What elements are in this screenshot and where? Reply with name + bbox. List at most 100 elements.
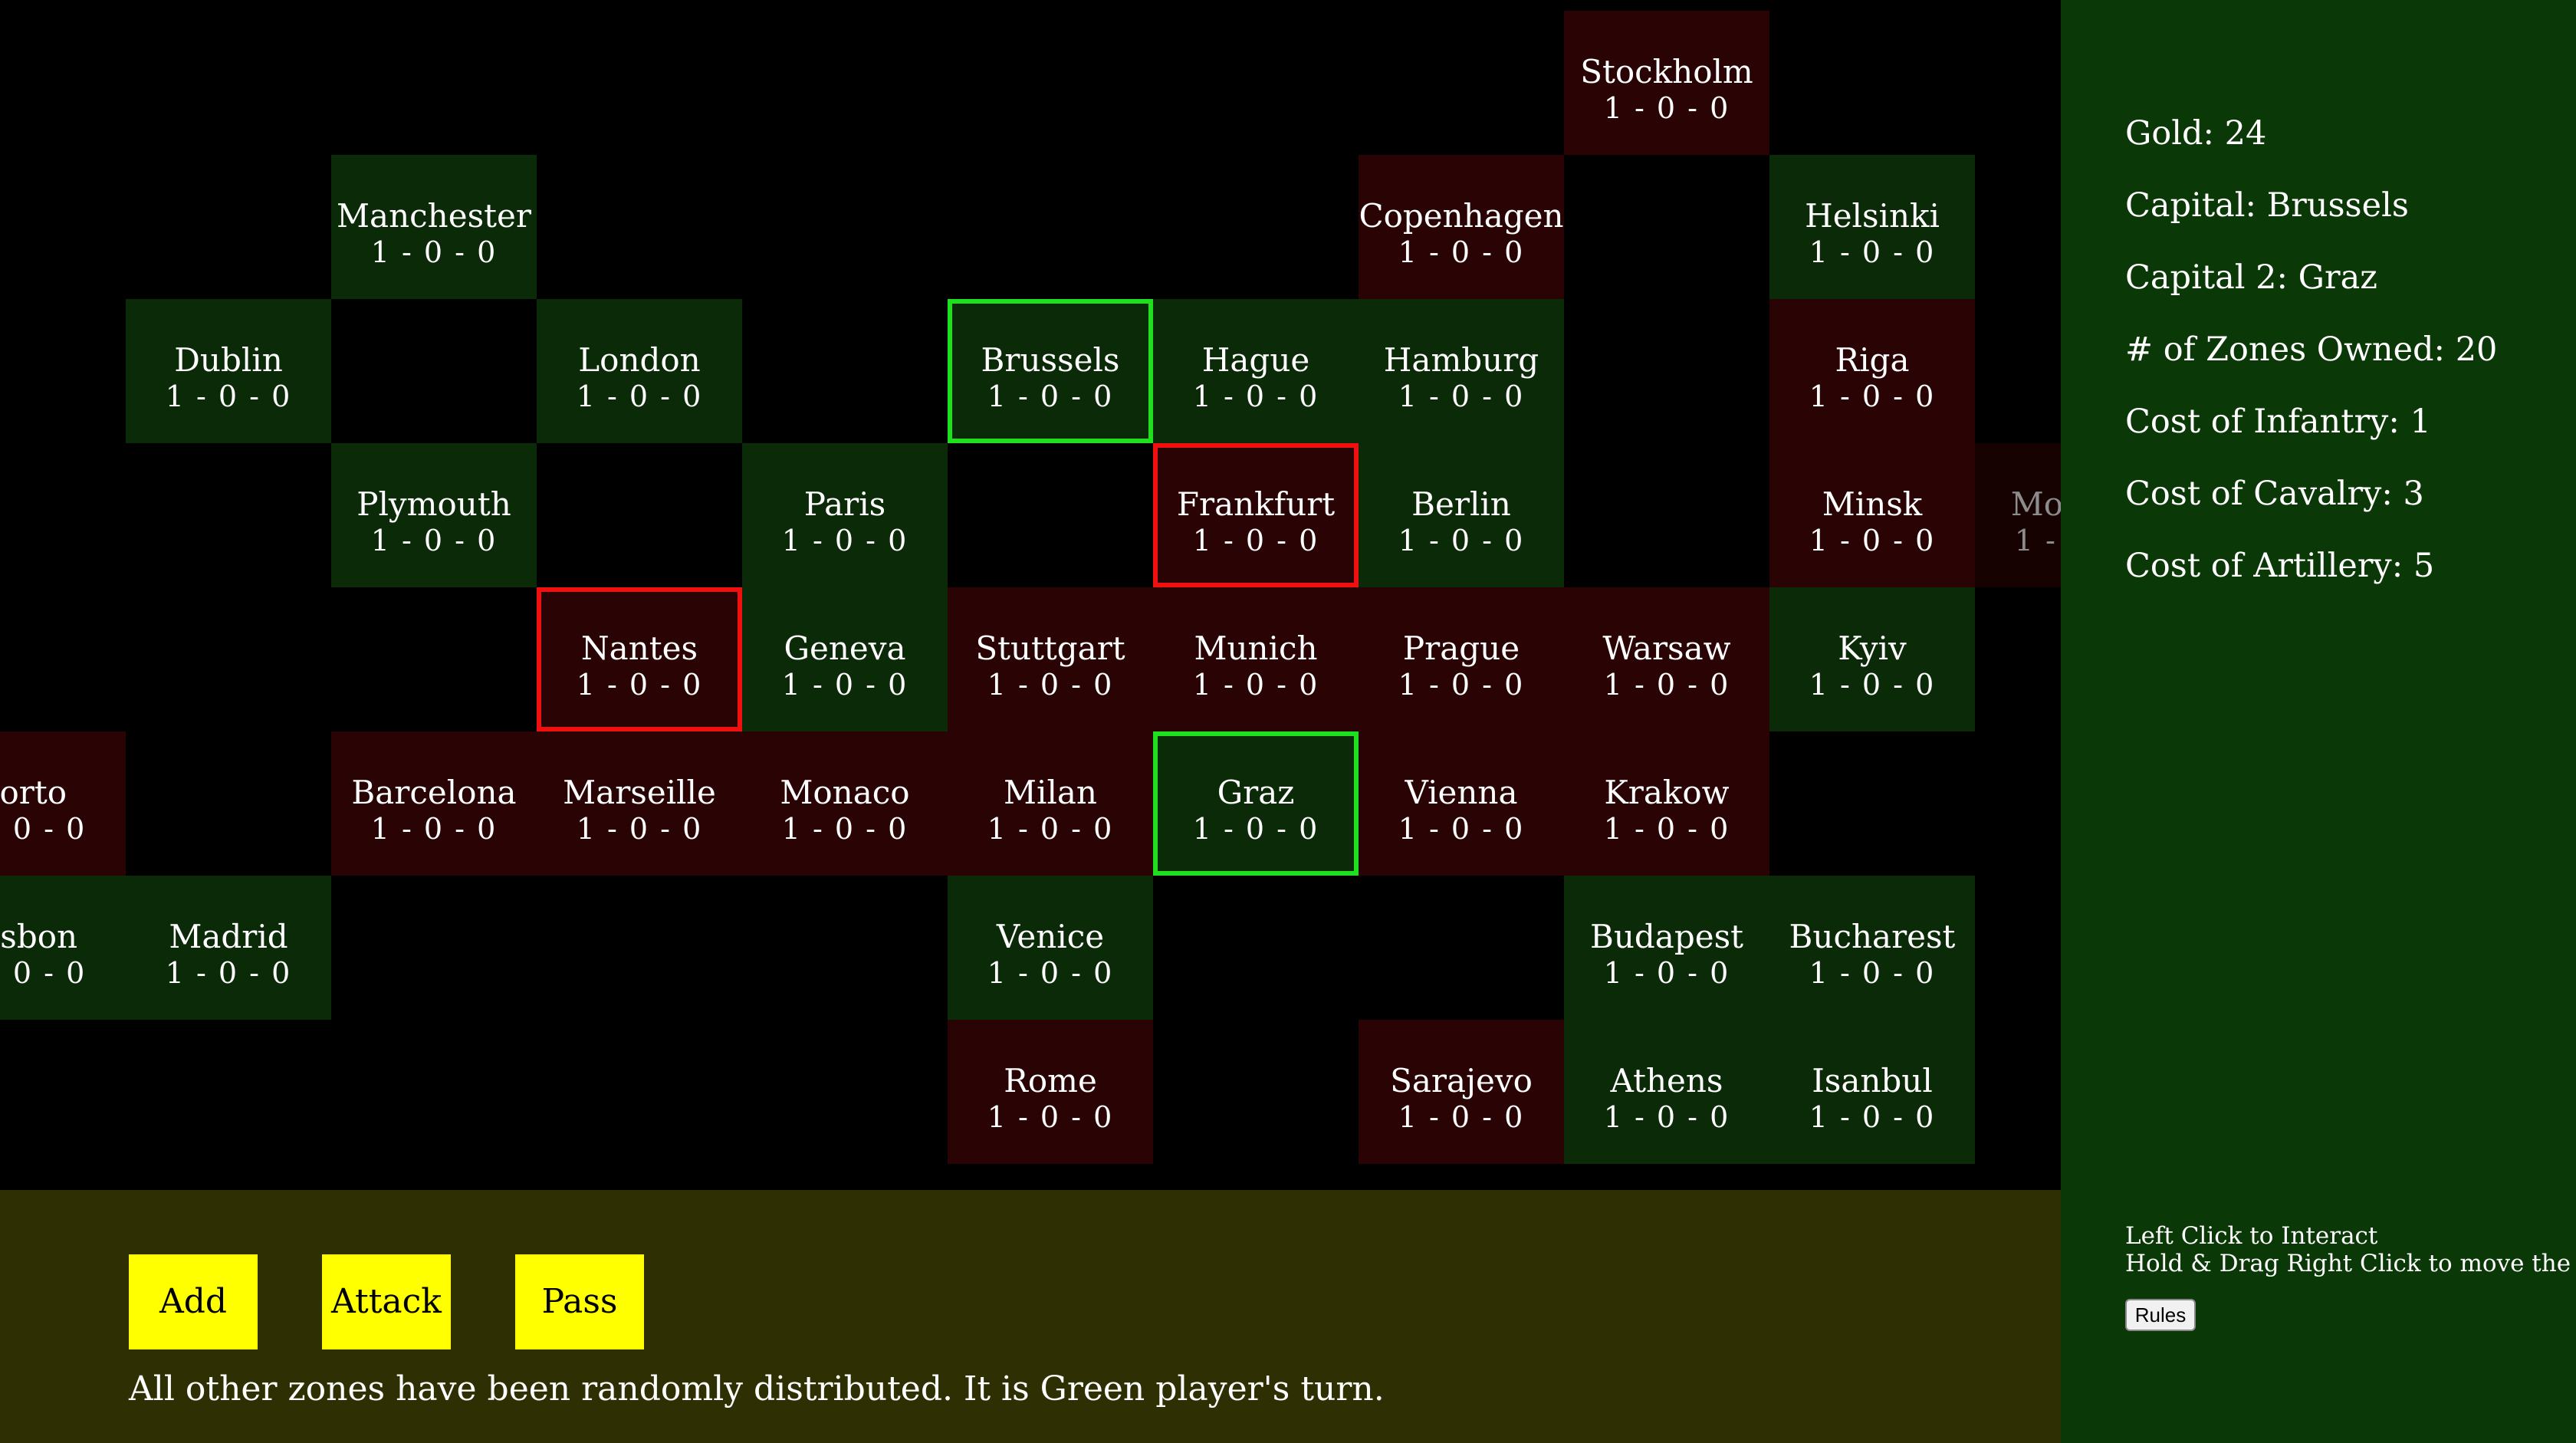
zone-prague[interactable]: Prague 1 - 0 - 0 <box>1359 587 1564 731</box>
zone-athens[interactable]: Athens 1 - 0 - 0 <box>1564 1020 1769 1164</box>
zone-name: Dublin <box>174 341 283 379</box>
zone-name: Marseille <box>563 774 716 811</box>
attack-button[interactable]: Attack <box>322 1254 451 1349</box>
zone-london[interactable]: London 1 - 0 - 0 <box>537 299 742 443</box>
zone-rome[interactable]: Rome 1 - 0 - 0 <box>948 1020 1153 1164</box>
zone-nantes[interactable]: Nantes 1 - 0 - 0 <box>537 587 742 731</box>
zone-munich[interactable]: Munich 1 - 0 - 0 <box>1153 587 1359 731</box>
zone-units: 1 - 0 - 0 <box>1192 812 1319 846</box>
zone-units: 1 - 0 - 0 <box>1398 812 1525 846</box>
add-button[interactable]: Add <box>129 1254 258 1349</box>
zone-milan[interactable]: Milan 1 - 0 - 0 <box>948 731 1153 876</box>
zone-name: Hague <box>1201 341 1310 379</box>
zone-name: Munich <box>1194 629 1318 667</box>
zone-units: 1 - 0 - 0 <box>987 812 1114 846</box>
zone-isanbul[interactable]: Isanbul 1 - 0 - 0 <box>1769 1020 1975 1164</box>
zone-units: 1 - 0 - 0 <box>1398 380 1525 413</box>
zone-name: Barcelona <box>351 774 517 811</box>
zone-name: Nantes <box>580 629 698 667</box>
zone-name: Helsinki <box>1805 197 1940 235</box>
cavalry-cost-stat: Cost of Cavalry: 3 <box>2125 475 2424 513</box>
zone-riga[interactable]: Riga 1 - 0 - 0 <box>1769 299 1975 443</box>
zone-units: 1 - 0 - 0 <box>1603 812 1730 846</box>
zone-paris[interactable]: Paris 1 - 0 - 0 <box>742 443 948 587</box>
zone-name: Milan <box>1004 774 1097 811</box>
zone-bucharest[interactable]: Bucharest 1 - 0 - 0 <box>1769 876 1975 1020</box>
zone-name: Prague <box>1402 629 1520 667</box>
controls-help: Left Click to Interact Hold & Drag Right… <box>2125 1222 2576 1277</box>
zone-sarajevo[interactable]: Sarajevo 1 - 0 - 0 <box>1359 1020 1564 1164</box>
zone-porto[interactable]: Porto1 - 0 - 0 <box>0 731 126 876</box>
zone-berlin[interactable]: Berlin 1 - 0 - 0 <box>1359 443 1564 587</box>
zone-units: 1 - 0 - 0 <box>781 812 909 846</box>
zone-manchester[interactable]: Manchester 1 - 0 - 0 <box>331 155 537 299</box>
pass-button[interactable]: Pass <box>515 1254 644 1349</box>
zone-units: 1 - 0 - 0 <box>987 1100 1114 1134</box>
zone-graz[interactable]: Graz 1 - 0 - 0 <box>1153 731 1359 876</box>
zone-units: 1 - 0 - 0 <box>1398 668 1525 702</box>
zone-barcelona[interactable]: Barcelona 1 - 0 - 0 <box>331 731 537 876</box>
zone-units: 1 - 0 - 0 <box>781 668 909 702</box>
zone-copenhagen[interactable]: Copenhagen 1 - 0 - 0 <box>1359 155 1564 299</box>
zone-units: 1 - 0 - 0 <box>1192 668 1319 702</box>
map-area[interactable]: Stockholm 1 - 0 - 0 Manchester 1 - 0 - 0 Cop… <box>0 0 2180 1190</box>
zone-units: 1 - 0 - 0 <box>165 956 292 990</box>
zone-kyiv[interactable]: Kyiv 1 - 0 - 0 <box>1769 587 1975 731</box>
zone-units: 1 - 0 - 0 <box>576 812 703 846</box>
zone-units: 1 - 0 - 0 <box>1398 524 1525 557</box>
zone-name: Manchester <box>337 197 531 235</box>
zone-name: Copenhagen <box>1359 197 1564 235</box>
zone-helsinki[interactable]: Helsinki 1 - 0 - 0 <box>1769 155 1975 299</box>
zone-units: 1 - 0 - 0 <box>165 380 292 413</box>
zone-brussels[interactable]: Brussels 1 - 0 - 0 <box>948 299 1153 443</box>
zone-stuttgart[interactable]: Stuttgart 1 - 0 - 0 <box>948 587 1153 731</box>
zone-units: 1 - 0 - 0 <box>0 956 87 990</box>
zone-units: 1 - 0 - 0 <box>987 668 1114 702</box>
zone-name: Berlin <box>1411 485 1511 523</box>
zone-name: Stockholm <box>1580 53 1753 90</box>
zone-vienna[interactable]: Vienna 1 - 0 - 0 <box>1359 731 1564 876</box>
rules-button[interactable]: Rules <box>2125 1299 2196 1331</box>
zone-units: 1 - 0 - 0 <box>987 956 1114 990</box>
zone-name: Sarajevo <box>1390 1062 1533 1100</box>
zone-lisbon[interactable]: Lisbon1 - 0 - 0 <box>0 876 126 1020</box>
zone-plymouth[interactable]: Plymouth 1 - 0 - 0 <box>331 443 537 587</box>
zone-name: Riga <box>1835 341 1910 379</box>
info-sidebar: Gold: 24 Capital: Brussels Capital 2: Gr… <box>2061 0 2576 1443</box>
zone-frankfurt[interactable]: Frankfurt 1 - 0 - 0 <box>1153 443 1359 587</box>
zone-units: 1 - 0 - 0 <box>1603 956 1730 990</box>
zone-units: 1 - 0 - 0 <box>1809 668 1936 702</box>
zone-units: 1 - 0 - 0 <box>1192 380 1319 413</box>
zone-units: 1 - 0 - 0 <box>1192 524 1319 557</box>
zone-stockholm[interactable]: Stockholm 1 - 0 - 0 <box>1564 11 1769 155</box>
zone-hamburg[interactable]: Hamburg 1 - 0 - 0 <box>1359 299 1564 443</box>
capital-stat: Capital: Brussels <box>2125 186 2409 225</box>
zone-minsk[interactable]: Minsk 1 - 0 - 0 <box>1769 443 1975 587</box>
zone-hague[interactable]: Hague 1 - 0 - 0 <box>1153 299 1359 443</box>
zone-units: 1 - 0 - 0 <box>1809 380 1936 413</box>
zone-units: 1 - 0 - 0 <box>1603 668 1730 702</box>
zone-name: Kyiv <box>1838 629 1907 667</box>
zone-name: Isanbul <box>1812 1062 1933 1100</box>
zone-name: Venice <box>996 918 1105 955</box>
zone-venice[interactable]: Venice 1 - 0 - 0 <box>948 876 1153 1020</box>
zone-warsaw[interactable]: Warsaw 1 - 0 - 0 <box>1564 587 1769 731</box>
zone-name: Madrid <box>169 918 288 955</box>
zone-units: 1 - 0 - 0 <box>370 524 498 557</box>
zone-name: Rome <box>1004 1062 1097 1100</box>
zone-units: 1 - 0 - 0 <box>781 524 909 557</box>
zone-krakow[interactable]: Krakow 1 - 0 - 0 <box>1564 731 1769 876</box>
zone-madrid[interactable]: Madrid 1 - 0 - 0 <box>126 876 331 1020</box>
zone-units: 1 - 0 - 0 <box>1398 1100 1525 1134</box>
zone-name: Budapest <box>1589 918 1743 955</box>
game-window: Stockholm 1 - 0 - 0 Manchester 1 - 0 - 0 Cop… <box>0 0 2576 1443</box>
zone-name: Athens <box>1610 1062 1723 1100</box>
zone-budapest[interactable]: Budapest 1 - 0 - 0 <box>1564 876 1769 1020</box>
zone-dublin[interactable]: Dublin 1 - 0 - 0 <box>126 299 331 443</box>
zone-name: Graz <box>1217 774 1295 811</box>
zone-monaco[interactable]: Monaco 1 - 0 - 0 <box>742 731 948 876</box>
zone-units: 1 - 0 - 0 <box>1603 1100 1730 1134</box>
zone-geneva[interactable]: Geneva 1 - 0 - 0 <box>742 587 948 731</box>
zone-name: Minsk <box>1822 485 1923 523</box>
zone-marseille[interactable]: Marseille 1 - 0 - 0 <box>537 731 742 876</box>
